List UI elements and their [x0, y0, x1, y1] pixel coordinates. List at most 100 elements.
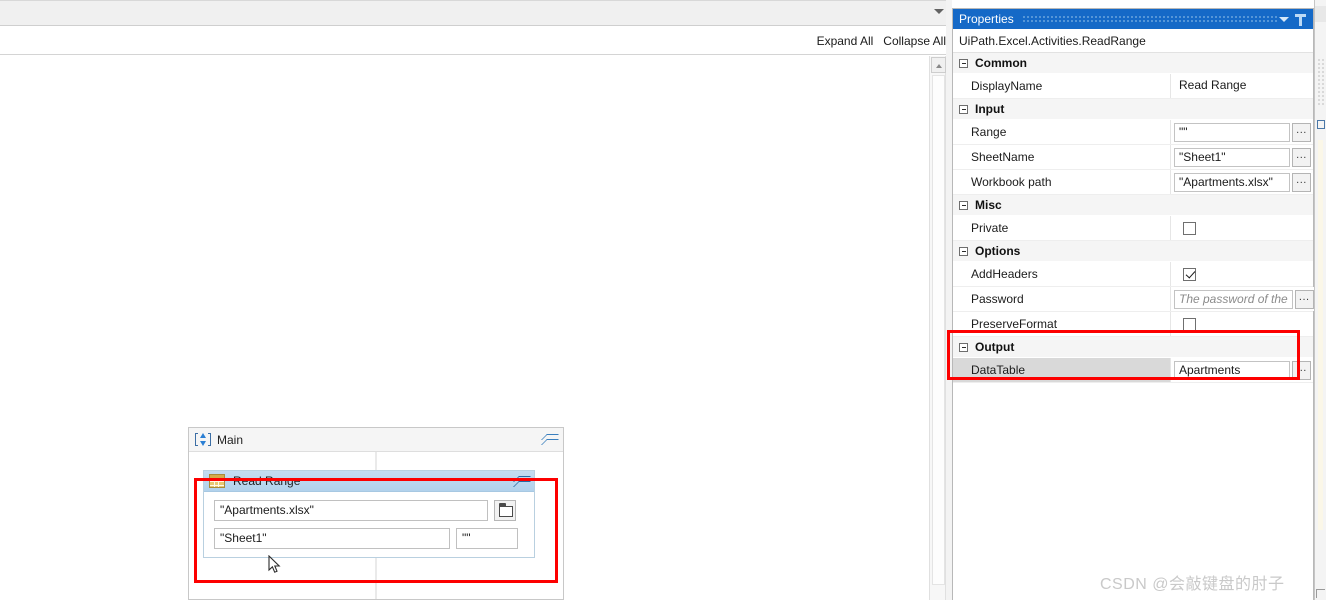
expression-editor-button[interactable]: ... [1292, 147, 1311, 167]
property-row-datatable[interactable]: DataTable Apartments... [953, 358, 1313, 383]
property-value-cell[interactable]: ""... [1171, 120, 1313, 144]
property-value-cell[interactable] [1171, 216, 1313, 240]
property-label: AddHeaders [953, 262, 1171, 286]
sliver-grip [1317, 58, 1324, 106]
property-input-password[interactable]: The password of the [1174, 289, 1293, 309]
main-sequence-title: Main [217, 432, 244, 447]
scrollbar-track[interactable] [932, 75, 945, 585]
group-collapse-icon[interactable] [959, 58, 968, 68]
checkbox-preserveformat[interactable] [1183, 317, 1196, 331]
expression-editor-button[interactable]: ... [1292, 360, 1311, 380]
group-label: Common [975, 56, 1027, 70]
expression-editor-button[interactable]: ... [1292, 122, 1311, 142]
read-range-title: Read Range [233, 474, 301, 488]
browse-workbook-button[interactable] [494, 500, 516, 521]
properties-panel-title: Properties [959, 12, 1014, 26]
property-group-output[interactable]: Output [953, 337, 1313, 358]
property-label: Range [953, 120, 1171, 144]
property-value-cell[interactable] [1171, 312, 1313, 336]
sequence-icon [195, 432, 211, 447]
property-label: Password [953, 287, 1171, 311]
property-label: DataTable [953, 358, 1171, 382]
properties-panel: Properties UiPath.Excel.Activities.ReadR… [952, 8, 1316, 600]
group-collapse-icon[interactable] [959, 246, 968, 256]
property-input-datatable[interactable]: Apartments [1174, 360, 1290, 380]
property-row-preserveformat[interactable]: PreserveFormat [953, 312, 1313, 337]
property-row-range[interactable]: Range ""... [953, 120, 1313, 145]
property-group-input[interactable]: Input [953, 99, 1313, 120]
property-label: SheetName [953, 145, 1171, 169]
main-sequence-body: Read Range "Apartments.xlsx" "Sheet1" "" [189, 452, 563, 599]
property-value-cell[interactable]: The password of the... [1171, 287, 1316, 311]
expand-collapse-bar: Expand All Collapse All [0, 27, 952, 55]
expression-editor-button[interactable]: ... [1294, 289, 1314, 309]
chevron-down-icon[interactable] [1279, 17, 1289, 22]
expand-all-link[interactable]: Expand All [817, 33, 874, 49]
properties-activity-type: UiPath.Excel.Activities.ReadRange [953, 29, 1313, 53]
main-sequence-container[interactable]: Main Read Range "Apartments.xlsx" "Sheet… [188, 427, 564, 600]
read-range-body: "Apartments.xlsx" "Sheet1" "" [204, 492, 534, 549]
group-label: Options [975, 244, 1021, 258]
uipath-studio-window: Expand All Collapse All Main Read Range … [0, 0, 1326, 600]
checkbox-private[interactable] [1183, 221, 1196, 235]
resize-grip-icon[interactable] [1316, 589, 1325, 598]
folder-icon [498, 503, 513, 517]
group-label: Input [975, 102, 1005, 116]
property-row-displayname[interactable]: DisplayName Read Range [953, 74, 1313, 99]
property-label: Workbook path [953, 170, 1171, 194]
property-label: Private [953, 216, 1171, 240]
property-input-range[interactable]: "" [1174, 122, 1290, 142]
sliver-panel-icon [1317, 120, 1325, 129]
checkbox-addheaders[interactable] [1183, 267, 1196, 281]
group-collapse-icon[interactable] [959, 342, 968, 352]
group-label: Output [975, 340, 1015, 354]
sheet-name-input[interactable]: "Sheet1" [214, 528, 450, 549]
property-input-workbook-path[interactable]: "Apartments.xlsx" [1174, 172, 1290, 192]
sliver-content-strip [1318, 140, 1323, 530]
property-group-options[interactable]: Options [953, 241, 1313, 262]
property-group-misc[interactable]: Misc [953, 195, 1313, 216]
collapsed-side-panel[interactable] [1314, 0, 1326, 600]
property-input-sheetname[interactable]: "Sheet1" [1174, 147, 1290, 167]
property-value-cell[interactable]: "Apartments.xlsx"... [1171, 170, 1313, 194]
property-row-workbook-path[interactable]: Workbook path "Apartments.xlsx"... [953, 170, 1313, 195]
collapse-all-link[interactable]: Collapse All [883, 33, 946, 49]
excel-spreadsheet-icon [209, 474, 225, 488]
canvas-vertical-scrollbar[interactable] [929, 56, 946, 600]
property-label: PreserveFormat [953, 312, 1171, 336]
property-input-displayname[interactable]: Read Range [1174, 77, 1313, 96]
expression-editor-button[interactable]: ... [1292, 172, 1311, 192]
workbook-path-input[interactable]: "Apartments.xlsx" [214, 500, 488, 521]
chevron-down-icon[interactable] [934, 9, 944, 14]
read-range-activity[interactable]: Read Range "Apartments.xlsx" "Sheet1" "" [203, 470, 535, 558]
property-value-cell[interactable]: "Sheet1"... [1171, 145, 1313, 169]
title-bar-grip [1021, 14, 1279, 24]
main-sequence-header[interactable]: Main [189, 428, 563, 452]
property-label: DisplayName [953, 74, 1171, 98]
property-group-common[interactable]: Common [953, 53, 1313, 74]
group-collapse-icon[interactable] [959, 104, 968, 114]
designer-toolbar [0, 0, 952, 26]
property-row-sheetname[interactable]: SheetName "Sheet1"... [953, 145, 1313, 170]
pin-icon[interactable] [1295, 13, 1306, 26]
range-input[interactable]: "" [456, 528, 518, 549]
read-range-header[interactable]: Read Range [204, 471, 534, 492]
properties-title-bar[interactable]: Properties [953, 9, 1313, 29]
workbook-path-row: "Apartments.xlsx" [214, 500, 524, 521]
chevron-up-icon[interactable] [515, 475, 528, 488]
workflow-designer-canvas[interactable]: Main Read Range "Apartments.xlsx" "Sheet… [0, 56, 932, 600]
property-row-addheaders[interactable]: AddHeaders [953, 262, 1313, 287]
group-collapse-icon[interactable] [959, 200, 968, 210]
group-label: Misc [975, 198, 1002, 212]
sliver-header [1315, 6, 1326, 22]
watermark-text: CSDN @会敲键盘的肘子 [1100, 576, 1285, 593]
sheet-range-row: "Sheet1" "" [214, 528, 524, 549]
chevron-up-icon[interactable] [543, 433, 556, 446]
properties-grid: Common DisplayName Read Range Input Range "".… [953, 53, 1316, 383]
scroll-up-button[interactable] [931, 57, 946, 73]
property-value-cell[interactable]: Apartments... [1171, 358, 1313, 382]
property-value-cell[interactable] [1171, 262, 1313, 286]
property-value-cell[interactable]: Read Range [1171, 74, 1313, 98]
property-row-private[interactable]: Private [953, 216, 1313, 241]
property-row-password[interactable]: Password The password of the... [953, 287, 1316, 312]
